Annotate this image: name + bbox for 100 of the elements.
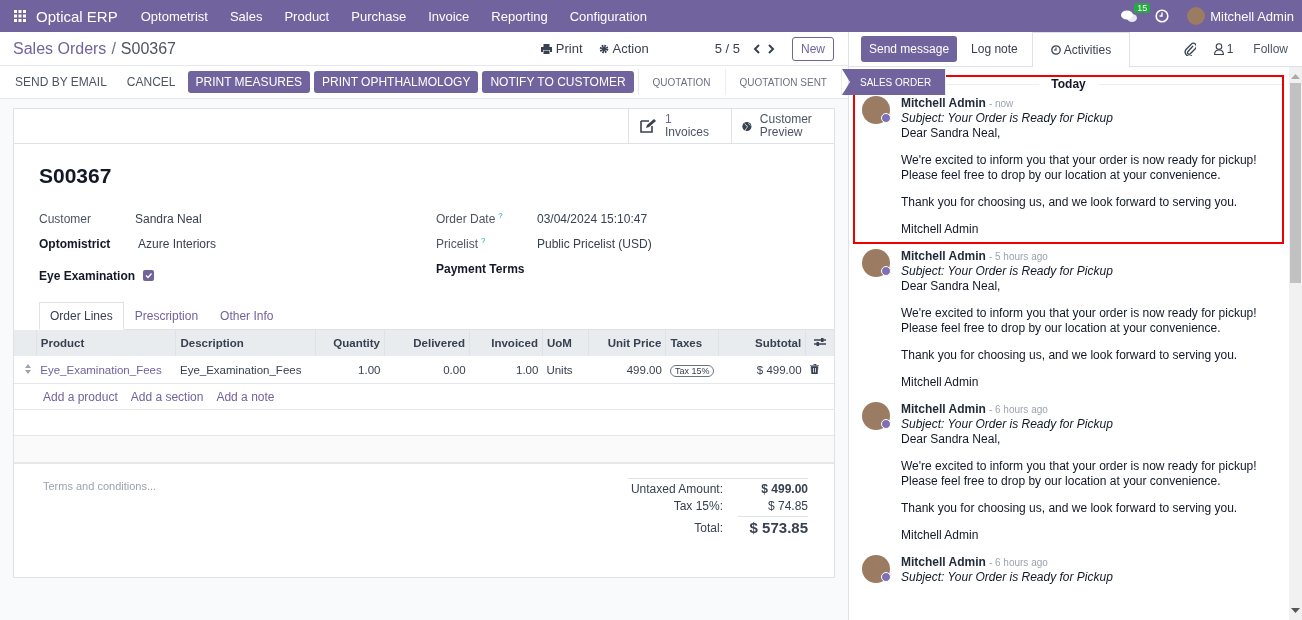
- message-time: - now: [988, 98, 1014, 109]
- log-note-tab[interactable]: Log note: [957, 42, 1032, 56]
- field-label: Optomistrict: [39, 236, 112, 251]
- total-label: Tax 15%:: [672, 499, 723, 513]
- menu-item[interactable]: Product: [275, 8, 339, 24]
- message-text: We're excited to inform you that your order is now ready for pickup! Please feel free to drop by our location at your convenience.: [901, 153, 1258, 183]
- edit-icon: [639, 118, 657, 134]
- message-text: Mitchell Admin: [901, 222, 980, 237]
- menu-item[interactable]: Configuration: [560, 8, 657, 24]
- action-button[interactable]: SEND BY EMAIL: [7, 71, 115, 93]
- add-line-link[interactable]: Add a note: [216, 389, 275, 404]
- message-text: We're excited to inform you that your order is now ready for pickup! Please feel free to drop by our location at your convenience.: [901, 459, 1258, 489]
- field-value[interactable]: Public Pricelist (USD): [537, 236, 652, 251]
- avatar-icon: [862, 555, 890, 583]
- field-value[interactable]: 03/04/2024 15:10:47: [537, 211, 648, 226]
- smart-button[interactable]: 1 Invoices: [628, 109, 731, 143]
- message-count-badge: 15: [1134, 2, 1151, 13]
- message-text: Thank you for choosing us, and we look forward to serving you.: [901, 501, 1239, 516]
- scroll-down-arrow-icon[interactable]: [1291, 608, 1300, 614]
- follow-button[interactable]: Follow: [1253, 42, 1288, 56]
- paperclip-icon[interactable]: [1183, 42, 1196, 56]
- action-button[interactable]: PRINT MEASURES: [187, 71, 310, 93]
- total-value: $ 74.85: [766, 499, 808, 513]
- total-label: Total:: [693, 520, 723, 536]
- smart-label: Customer Preview: [759, 113, 813, 139]
- checkbox[interactable]: [143, 270, 155, 281]
- new-button[interactable]: New: [792, 36, 834, 61]
- trash-icon[interactable]: [809, 363, 819, 374]
- message-subject: Subject: Your Order is Ready for Pickup: [901, 570, 1113, 585]
- drag-handle-icon[interactable]: [24, 363, 33, 374]
- breadcrumb-link[interactable]: Sales Orders: [13, 39, 107, 58]
- menu-item[interactable]: Invoice: [419, 8, 479, 24]
- column-header[interactable]: Unit Price: [588, 330, 666, 356]
- column-header[interactable]: Delivered: [384, 330, 470, 356]
- message-text: Thank you for choosing us, and we look forward to serving you.: [901, 195, 1239, 210]
- add-line-link[interactable]: Add a product: [43, 389, 118, 404]
- total-value: $ 573.85: [738, 516, 808, 536]
- scrollbar[interactable]: [1289, 67, 1302, 620]
- tab[interactable]: Prescription: [123, 302, 210, 330]
- action-button[interactable]: Action: [598, 41, 649, 56]
- message-author[interactable]: Mitchell Admin: [901, 96, 986, 110]
- message-time: - 5 hours ago: [988, 251, 1048, 262]
- field-value[interactable]: Azure Interiors: [138, 236, 217, 251]
- status-stage[interactable]: SALES ORDER: [842, 69, 947, 95]
- online-status-dot: [881, 266, 891, 276]
- online-status-dot: [881, 572, 891, 582]
- column-header[interactable]: Quantity: [315, 330, 385, 356]
- tab[interactable]: Order Lines: [39, 302, 124, 330]
- apps-menu-icon[interactable]: [14, 10, 26, 22]
- action-button[interactable]: CANCEL: [118, 71, 184, 93]
- followers-button[interactable]: 1: [1213, 42, 1234, 56]
- avatar-icon: [862, 402, 890, 430]
- field-value[interactable]: Sandra Neal: [135, 211, 202, 226]
- product-link[interactable]: Eye_Examination_Fees: [40, 363, 162, 376]
- settings-sliders-icon[interactable]: [814, 337, 827, 347]
- field-label: Payment Terms: [436, 261, 526, 276]
- menu-item[interactable]: Purchase: [342, 8, 416, 24]
- table-cell: Units: [546, 363, 573, 376]
- chat-icon[interactable]: [1121, 9, 1138, 23]
- send-message-button[interactable]: Send message: [861, 36, 958, 62]
- user-icon: [1213, 43, 1224, 55]
- online-status-dot: [881, 113, 891, 123]
- table-cell: 0.00: [443, 363, 466, 376]
- printer-icon: [540, 43, 552, 54]
- add-line-link[interactable]: Add a section: [130, 389, 204, 404]
- total-value: $ 499.00: [760, 482, 808, 496]
- menu-item[interactable]: Optometrist: [131, 8, 217, 24]
- column-header[interactable]: Invoiced: [469, 330, 543, 356]
- action-button[interactable]: NOTIFY TO CUSTOMER: [482, 71, 634, 93]
- app-name[interactable]: Optical ERP: [36, 7, 118, 25]
- column-header[interactable]: Taxes: [665, 330, 719, 356]
- message-author[interactable]: Mitchell Admin: [901, 402, 986, 416]
- print-button[interactable]: Print: [540, 41, 583, 56]
- column-header[interactable]: Subtotal: [718, 330, 806, 356]
- clock-icon[interactable]: [1155, 9, 1170, 23]
- user-menu[interactable]: Mitchell Admin: [1187, 7, 1294, 25]
- message-text: Dear Sandra Neal,: [901, 279, 1002, 294]
- message-subject: Subject: Your Order is Ready for Pickup: [901, 417, 1114, 432]
- message-author[interactable]: Mitchell Admin: [901, 249, 986, 263]
- tab[interactable]: Other Info: [209, 302, 285, 330]
- message-text: Mitchell Admin: [901, 375, 980, 390]
- activities-tab[interactable]: Activities: [1031, 32, 1131, 67]
- avatar-icon: [1187, 7, 1206, 25]
- message-text: Dear Sandra Neal,: [901, 432, 1002, 447]
- smart-button[interactable]: Customer Preview: [731, 109, 834, 143]
- field-label: Pricelist $^{?}$: [436, 236, 487, 251]
- online-status-dot: [881, 419, 891, 429]
- menu-item[interactable]: Reporting: [482, 8, 557, 24]
- action-button[interactable]: PRINT OPHTHALMOLOGY: [313, 71, 479, 93]
- avatar-icon: [862, 249, 890, 277]
- table-cell: Eye_Examination_Fees: [179, 363, 302, 376]
- menu-item[interactable]: Sales: [220, 8, 272, 24]
- column-header[interactable]: UoM: [542, 330, 589, 356]
- total-label: Untaxed Amount:: [629, 482, 723, 496]
- smart-label: Invoices: [665, 126, 710, 139]
- message-author[interactable]: Mitchell Admin: [901, 555, 986, 569]
- column-header[interactable]: Product: [36, 330, 176, 356]
- column-header[interactable]: Description: [175, 330, 316, 356]
- table-cell: $ 499.00: [756, 363, 802, 376]
- message-text: We're excited to inform you that your order is now ready for pickup! Please feel free to drop by our location at your convenience.: [901, 306, 1258, 336]
